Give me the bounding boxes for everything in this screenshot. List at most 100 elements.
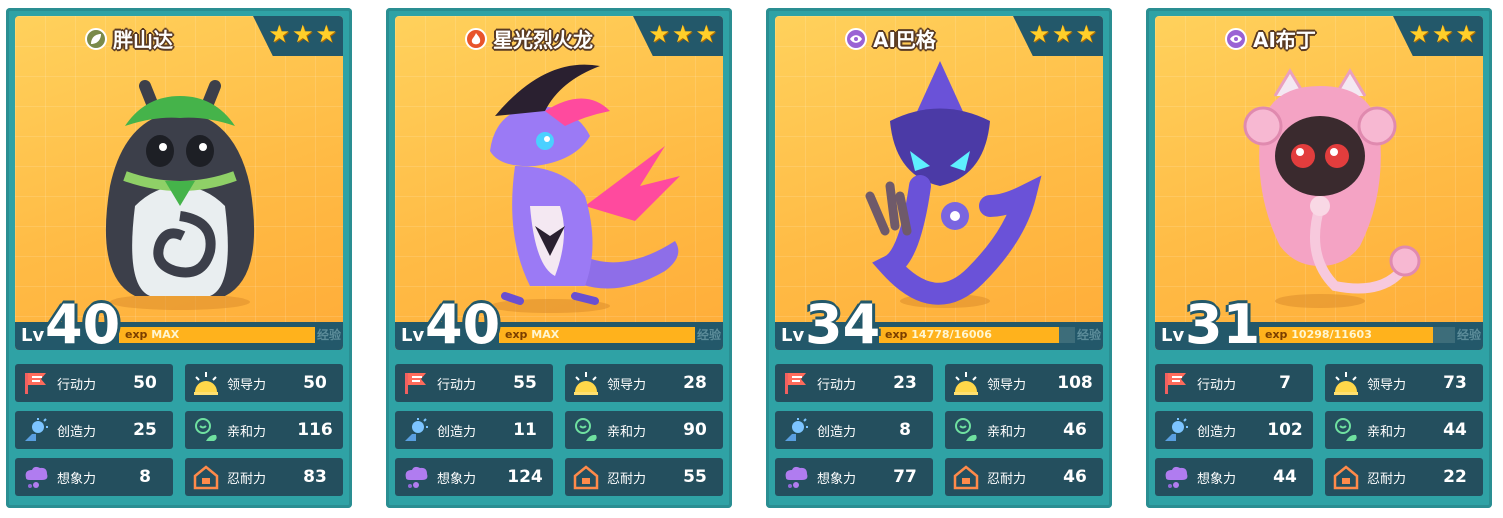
stat-label: 领导力 — [987, 377, 1027, 393]
level-prefix: Lv — [401, 325, 425, 346]
stat-label: 领导力 — [227, 377, 267, 393]
stat-value: 50 — [133, 373, 157, 393]
stat-label: 忍耐力 — [227, 471, 267, 487]
psychic-element-icon — [1225, 27, 1247, 50]
stat-affinity: 亲和力 116 — [185, 411, 343, 449]
stat-action: 行动力 7 — [1155, 364, 1313, 402]
lightbulb-icon — [1161, 415, 1191, 445]
sunrise-icon — [571, 368, 601, 398]
rarity-stars: ★ ★ ★ — [268, 22, 337, 46]
sunrise-icon — [951, 368, 981, 398]
star-icon: ★ — [648, 20, 670, 48]
stat-label: 创造力 — [57, 424, 97, 440]
stat-affinity: 亲和力 46 — [945, 411, 1103, 449]
stat-value: 8 — [899, 420, 911, 440]
stat-label: 领导力 — [1367, 377, 1407, 393]
stat-label: 想象力 — [817, 471, 857, 487]
creature-image — [55, 56, 305, 316]
creature-card[interactable]: 胖山达 ★ ★ ★ exp MAX 经验 Lv 40 行动力 50 领导力 50… — [6, 8, 352, 508]
stat-label: 亲和力 — [607, 424, 647, 440]
exp-tag: 经验 — [1456, 328, 1481, 342]
heart-person-icon — [191, 415, 221, 445]
star-icon: ★ — [671, 20, 694, 48]
sunrise-icon — [1331, 368, 1361, 398]
stat-value: 46 — [1063, 467, 1087, 487]
star-icon: ★ — [1051, 20, 1074, 48]
star-icon: ★ — [1431, 20, 1454, 48]
rarity-stars: ★ ★ ★ — [1028, 22, 1097, 46]
creature-name: AI巴格 — [873, 28, 936, 52]
stat-affinity: 亲和力 44 — [1325, 411, 1483, 449]
sunrise-icon — [191, 368, 221, 398]
stat-value: 55 — [683, 467, 707, 487]
stat-value: 50 — [303, 373, 327, 393]
stat-leadership: 领导力 50 — [185, 364, 343, 402]
flag-icon — [21, 368, 51, 398]
creature-art: AI布丁 ★ ★ ★ exp 10298/11603 经验 Lv 31 — [1155, 16, 1483, 350]
lightbulb-icon — [21, 415, 51, 445]
stat-label: 亲和力 — [987, 424, 1027, 440]
stat-value: 102 — [1267, 420, 1303, 440]
name-plate: 星光烈火龙 — [465, 24, 593, 53]
exp-tag: 经验 — [696, 328, 721, 342]
lightbulb-icon — [401, 415, 431, 445]
stat-value: 83 — [303, 467, 327, 487]
cloud-person-icon — [1161, 462, 1191, 492]
level-prefix: Lv — [781, 325, 805, 346]
stat-label: 创造力 — [817, 424, 857, 440]
stat-label: 想象力 — [437, 471, 477, 487]
heart-person-icon — [951, 415, 981, 445]
cloud-person-icon — [401, 462, 431, 492]
creature-image — [815, 56, 1065, 316]
stat-value: 23 — [893, 373, 917, 393]
creature-image — [435, 56, 685, 316]
stat-action: 行动力 55 — [395, 364, 553, 402]
stat-affinity: 亲和力 90 — [565, 411, 723, 449]
exp-tag: 经验 — [1076, 328, 1101, 342]
exp-bar: exp 14778/16006 — [879, 327, 1075, 343]
exp-bar: exp MAX — [119, 327, 315, 343]
name-plate: 胖山达 — [85, 24, 173, 53]
stat-value: 7 — [1279, 373, 1291, 393]
star-icon: ★ — [1408, 20, 1430, 48]
stat-value: 8 — [139, 467, 151, 487]
stat-value: 28 — [683, 373, 707, 393]
star-icon: ★ — [1075, 20, 1097, 48]
heart-person-icon — [1331, 415, 1361, 445]
cloud-person-icon — [781, 462, 811, 492]
stat-imagination: 想象力 124 — [395, 458, 553, 496]
stat-value: 90 — [683, 420, 707, 440]
stat-endurance: 忍耐力 22 — [1325, 458, 1483, 496]
stat-value: 44 — [1443, 420, 1467, 440]
creature-art: AI巴格 ★ ★ ★ exp 14778/16006 经验 Lv 34 — [775, 16, 1103, 350]
star-icon: ★ — [1455, 20, 1477, 48]
stat-value: 73 — [1443, 373, 1467, 393]
stat-value: 77 — [893, 467, 917, 487]
star-icon: ★ — [1028, 20, 1050, 48]
stat-value: 116 — [297, 420, 333, 440]
creature-name: AI布丁 — [1253, 28, 1316, 52]
house-icon — [191, 462, 221, 492]
stat-label: 亲和力 — [227, 424, 267, 440]
flag-icon — [781, 368, 811, 398]
rarity-stars: ★ ★ ★ — [1408, 22, 1477, 46]
exp-text: exp MAX — [505, 328, 560, 341]
heart-person-icon — [571, 415, 601, 445]
stat-imagination: 想象力 8 — [15, 458, 173, 496]
star-icon: ★ — [695, 20, 717, 48]
creature-card[interactable]: AI布丁 ★ ★ ★ exp 10298/11603 经验 Lv 31 行动力 7 — [1146, 8, 1492, 508]
creature-card[interactable]: 星光烈火龙 ★ ★ ★ exp MAX 经验 Lv 40 行动力 55 领导力 … — [386, 8, 732, 508]
creature-image — [1195, 56, 1445, 316]
exp-bar: exp 10298/11603 — [1259, 327, 1455, 343]
creature-card[interactable]: AI巴格 ★ ★ ★ exp 14778/16006 经验 Lv 34 行动力 23 — [766, 8, 1112, 508]
stat-leadership: 领导力 108 — [945, 364, 1103, 402]
fire-element-icon — [465, 27, 487, 50]
stat-value: 22 — [1443, 467, 1467, 487]
rarity-stars: ★ ★ ★ — [648, 22, 717, 46]
stat-value: 108 — [1057, 373, 1093, 393]
grass-element-icon — [85, 27, 107, 50]
stat-label: 创造力 — [1197, 424, 1237, 440]
stat-label: 想象力 — [57, 471, 97, 487]
stat-label: 亲和力 — [1367, 424, 1407, 440]
stat-creativity: 创造力 11 — [395, 411, 553, 449]
